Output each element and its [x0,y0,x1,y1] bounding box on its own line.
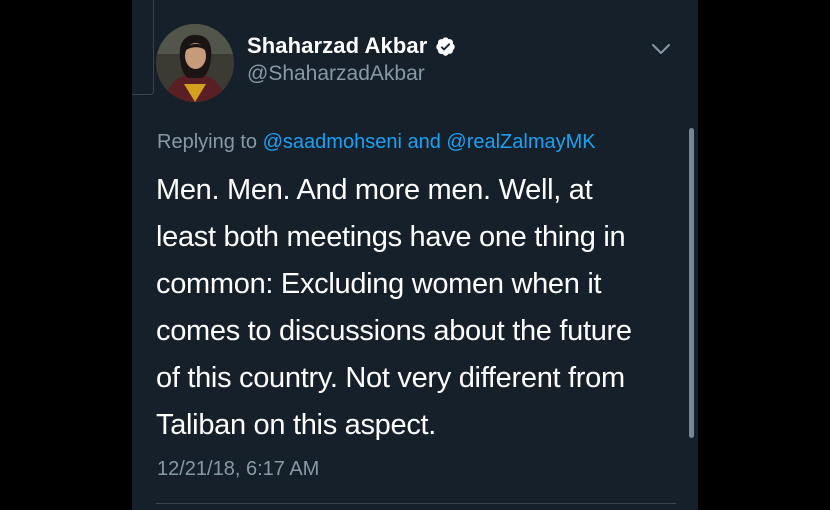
tweet-text-line: Men. Men. And more men. Well, at [156,174,593,206]
divider [156,503,676,504]
mention-link-realzalmaymk[interactable]: @realZalmayMK [446,131,595,153]
tweet-text: Men. Men. And more men. Well, at least b… [156,167,686,449]
author-name-row[interactable]: Shaharzad Akbar [247,33,456,59]
tweet-panel: Shaharzad Akbar @ShaharzadAkbar Replying… [132,0,698,510]
display-name[interactable]: Shaharzad Akbar [247,33,427,59]
avatar-image [156,24,234,102]
user-handle[interactable]: @ShaharzadAkbar [247,62,425,86]
tweet-text-line: Taliban on this aspect. [156,409,437,441]
thread-connector-line [132,0,154,95]
mention-link-saadmohseni[interactable]: @saadmohseni [263,131,402,153]
replying-to-line: Replying to @saadmohseni and @realZalmay… [157,131,596,154]
avatar[interactable] [156,24,234,102]
replying-to-label: Replying to [157,131,258,153]
replying-to-conjunction: and [407,131,441,153]
tweet-text-line: of this country. Not very different from [156,362,625,394]
chevron-down-icon[interactable] [648,38,674,60]
tweet-text-line: least both meetings have one thing in [156,221,626,253]
verified-badge-icon [435,36,456,57]
tweet-text-line: common: Excluding women when it [156,268,602,300]
tweet-timestamp[interactable]: 12/21/18, 6:17 AM [157,458,319,481]
scrollbar-thumb[interactable] [689,128,694,438]
tweet-text-line: comes to discussions about the future [156,315,632,347]
